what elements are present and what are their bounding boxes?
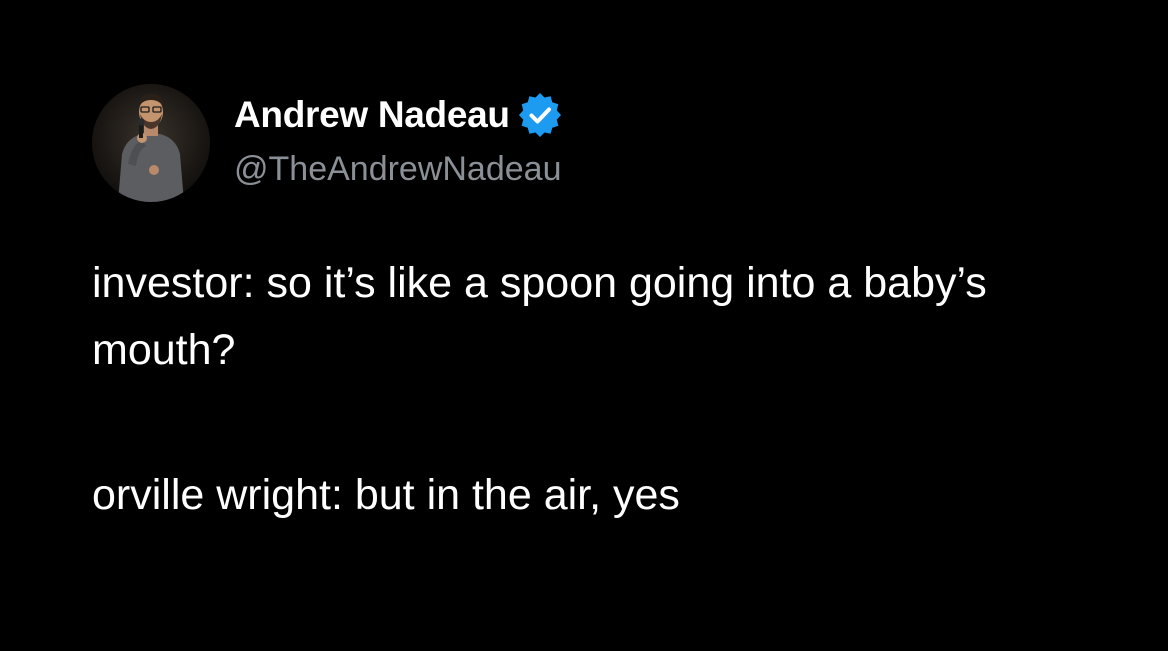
author-name-row: Andrew Nadeau: [234, 90, 562, 140]
author-handle[interactable]: @TheAndrewNadeau: [234, 150, 561, 189]
author-display-name[interactable]: Andrew Nadeau: [234, 94, 510, 136]
verified-badge-icon: [518, 93, 562, 137]
tweet-card: Andrew Nadeau @TheAndrewNadeau investor:…: [0, 0, 1168, 651]
avatar[interactable]: [92, 84, 210, 202]
tweet-text-line: orville wright: but in the air, yes: [92, 471, 680, 519]
tweet-text: investor: so it’s like a spoon going int…: [92, 250, 1132, 529]
tweet-text-line: investor: so it’s like a spoon going int…: [92, 259, 987, 374]
profile-photo-icon: [92, 84, 210, 202]
